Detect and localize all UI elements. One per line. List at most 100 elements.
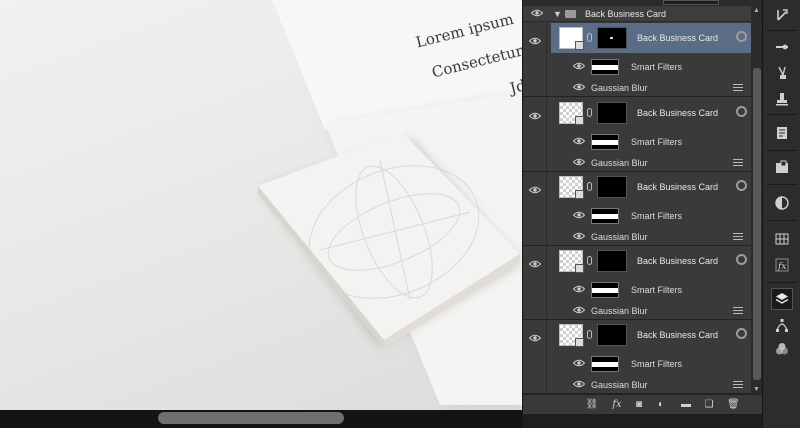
layer-mask-thumbnail[interactable] (597, 250, 627, 272)
visibility-eye-icon[interactable] (573, 62, 585, 70)
dock-separator (767, 114, 797, 115)
chain-link-icon[interactable] (587, 108, 592, 117)
canvas-scroll-thumb[interactable] (158, 412, 344, 424)
folder-icon[interactable]: ▬ (679, 399, 693, 411)
smart-filter-mask-thumbnail[interactable] (591, 356, 619, 372)
visibility-eye-icon[interactable] (529, 112, 541, 120)
layer-mask-thumbnail[interactable] (597, 102, 627, 124)
filter-options-icon[interactable] (733, 307, 743, 315)
visibility-eye-icon[interactable] (573, 158, 585, 166)
layer-main-row[interactable]: Back Business Card (551, 23, 751, 53)
filter-effect-row[interactable]: Gaussian Blur (551, 153, 751, 173)
layer-visibility-column[interactable] (523, 172, 547, 246)
layer-mask-thumbnail[interactable] (597, 27, 627, 49)
filter-effect-row[interactable]: Gaussian Blur (551, 227, 751, 247)
visibility-eye-icon[interactable] (529, 186, 541, 194)
tool-presets-icon[interactable] (771, 62, 793, 84)
filter-options-icon[interactable] (733, 233, 743, 241)
visibility-eye-icon[interactable] (531, 9, 543, 17)
mask-icon[interactable]: ◙ (633, 399, 645, 411)
swatches-icon[interactable] (771, 228, 793, 250)
filter-effect-row[interactable]: Gaussian Blur (551, 375, 751, 393)
layer-row[interactable]: Back Business Card Smart Filters Gaussia… (523, 320, 751, 394)
styles-icon[interactable]: fx (771, 254, 793, 276)
visibility-eye-icon[interactable] (573, 380, 585, 388)
history-icon[interactable] (771, 4, 793, 26)
folder-icon (565, 10, 576, 18)
layer-main-row[interactable]: Back Business Card (551, 172, 751, 202)
scroll-up-arrow-icon[interactable]: ▲ (753, 7, 760, 14)
filter-effect-label: Gaussian Blur (591, 158, 648, 168)
smart-filter-mask-thumbnail[interactable] (591, 59, 619, 75)
smart-filter-mask-thumbnail[interactable] (591, 208, 619, 224)
filter-options-icon[interactable] (733, 84, 743, 92)
filter-effect-label: Gaussian Blur (591, 380, 648, 390)
smart-filters-row[interactable]: Smart Filters (551, 280, 751, 300)
visibility-eye-icon[interactable] (573, 232, 585, 240)
chain-link-icon[interactable] (587, 33, 592, 42)
opacity-field[interactable] (663, 0, 719, 5)
chain-link-icon[interactable] (587, 256, 592, 265)
link-icon[interactable]: ⛓ (585, 399, 599, 411)
brush-presets-icon[interactable] (771, 36, 793, 58)
smart-filters-row[interactable]: Smart Filters (551, 132, 751, 152)
smart-filters-row[interactable]: Smart Filters (551, 206, 751, 226)
smart-filters-label: Smart Filters (631, 137, 683, 147)
scroll-down-arrow-icon[interactable]: ▼ (753, 386, 760, 393)
layer-visibility-column[interactable] (523, 320, 547, 394)
smart-filter-mask-thumbnail[interactable] (591, 134, 619, 150)
smart-filter-mask-thumbnail[interactable] (591, 282, 619, 298)
filter-options-icon[interactable] (733, 381, 743, 389)
layer-row[interactable]: Back Business Card Smart Filters Gaussia… (523, 246, 751, 320)
layer-thumbnail (559, 250, 584, 273)
3d-icon[interactable] (771, 156, 793, 178)
adjustment-icon[interactable]: ◐ (655, 399, 667, 411)
visibility-eye-icon[interactable] (573, 137, 585, 145)
trash-icon[interactable]: 🗑 (727, 399, 740, 411)
layer-mask-thumbnail[interactable] (597, 176, 627, 198)
smart-filters-row[interactable]: Smart Filters (551, 354, 751, 374)
channels-icon[interactable] (771, 338, 793, 360)
group-expand-triangle-icon[interactable]: ▼ (553, 9, 562, 19)
visibility-eye-icon[interactable] (573, 285, 585, 293)
layer-row[interactable]: Back Business Card Smart Filters Gaussia… (523, 23, 751, 97)
layer-main-row[interactable]: Back Business Card (551, 98, 751, 128)
fx-icon[interactable]: fx (609, 399, 625, 411)
layer-visibility-column[interactable] (523, 246, 547, 320)
visibility-eye-icon[interactable] (573, 211, 585, 219)
visibility-eye-icon[interactable] (529, 334, 541, 342)
filter-effect-row[interactable]: Gaussian Blur (551, 78, 751, 98)
visibility-eye-icon[interactable] (529, 260, 541, 268)
filter-effect-row[interactable]: Gaussian Blur (551, 301, 751, 321)
layer-group-row[interactable]: ▼ Back Business Card (523, 6, 751, 22)
chain-link-icon[interactable] (587, 330, 592, 339)
visibility-eye-icon[interactable] (529, 37, 541, 45)
document-canvas[interactable]: Lorem ipsum Consectetur Jd (0, 0, 522, 410)
filter-options-icon[interactable] (733, 159, 743, 167)
layer-visibility-column[interactable] (523, 98, 547, 172)
smart-filters-row[interactable]: Smart Filters (551, 57, 751, 77)
clone-source-icon[interactable] (771, 88, 793, 110)
layer-main-row[interactable]: Back Business Card (551, 246, 751, 276)
layer-main-row[interactable]: Back Business Card (551, 320, 751, 350)
smart-filter-badge-icon (736, 106, 747, 117)
visibility-eye-icon[interactable] (573, 83, 585, 91)
notes-icon[interactable] (771, 122, 793, 144)
paths-icon[interactable] (771, 314, 793, 336)
smart-filters-label: Smart Filters (631, 62, 683, 72)
layer-thumbnail (559, 102, 584, 125)
new-layer-icon[interactable]: ❏ (703, 399, 715, 411)
visibility-eye-icon[interactable] (573, 306, 585, 314)
canvas-horizontal-scrollbar[interactable] (0, 410, 522, 428)
chain-link-icon[interactable] (587, 182, 592, 191)
dock-separator (767, 184, 797, 185)
layer-row[interactable]: Back Business Card Smart Filters Gaussia… (523, 172, 751, 246)
layers-scroll-thumb[interactable] (753, 68, 761, 380)
layer-visibility-column[interactable] (523, 23, 547, 97)
layer-row[interactable]: Back Business Card Smart Filters Gaussia… (523, 98, 751, 172)
smart-object-icon (575, 190, 584, 199)
visibility-eye-icon[interactable] (573, 359, 585, 367)
layers-icon[interactable] (771, 288, 793, 310)
adjustments-icon[interactable] (771, 192, 793, 214)
layer-mask-thumbnail[interactable] (597, 324, 627, 346)
